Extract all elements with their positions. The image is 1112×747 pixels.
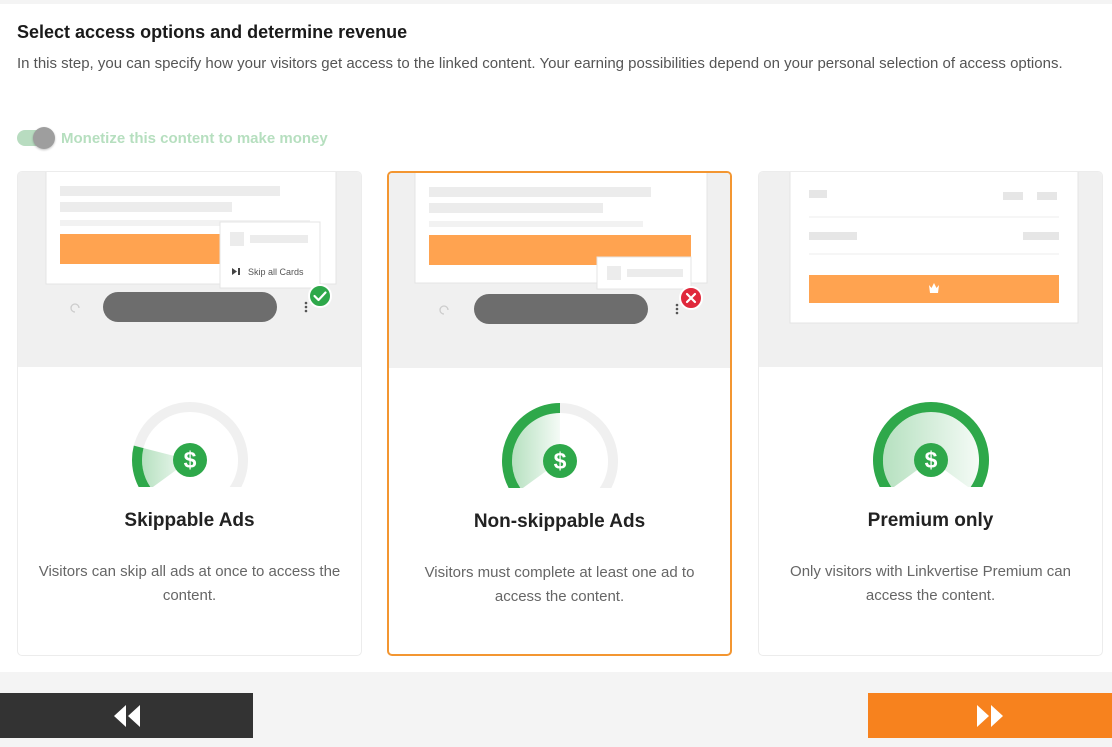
- non-skippable-ads-preview: [389, 173, 730, 368]
- option-description: Only visitors with Linkvertise Premium c…: [790, 563, 1071, 604]
- page-title: Select access options and determine reve…: [17, 22, 408, 42]
- step-description: In this step, you can specify how your v…: [17, 55, 1063, 72]
- monetize-label: Monetize this content to make money: [61, 129, 328, 147]
- option-card-premium-only[interactable]: $ Premium only Only visitors with Linkve…: [758, 171, 1103, 656]
- check-icon: [308, 284, 332, 308]
- option-title: Skippable Ads: [124, 510, 255, 531]
- skip-all-cards-label: Skip all Cards: [248, 267, 304, 277]
- refresh-icon: [439, 305, 449, 315]
- skippable-ads-preview: Skip all Cards: [18, 172, 361, 367]
- revenue-gauge-high: $: [872, 402, 989, 487]
- option-card-skippable-ads[interactable]: Skip all Cards $ Skippable Ads Visitors …: [17, 171, 362, 656]
- kebab-menu-icon: [675, 303, 679, 315]
- rewind-icon: [113, 704, 140, 727]
- option-description: Visitors can skip all ads at once to acc…: [38, 563, 341, 604]
- access-options-panel: Select access options and determine reve…: [0, 4, 1112, 672]
- premium-only-preview: [759, 172, 1102, 367]
- dollar-sign: $: [924, 447, 937, 473]
- option-title: Non-skippable Ads: [473, 511, 646, 532]
- close-icon: [679, 286, 703, 310]
- revenue-gauge-medium: $: [501, 403, 618, 488]
- switch-knob: [33, 127, 55, 149]
- monetize-toggle[interactable]: Monetize this content to make money: [17, 127, 328, 149]
- refresh-icon: [70, 303, 80, 313]
- dollar-sign: $: [553, 448, 566, 474]
- option-description: Visitors must complete at least one ad t…: [424, 564, 695, 605]
- kebab-menu-icon: [304, 301, 308, 313]
- revenue-gauge-low: $: [131, 402, 248, 487]
- next-button[interactable]: [868, 693, 1112, 738]
- fast-forward-icon: [977, 704, 1003, 727]
- dollar-sign: $: [183, 447, 196, 473]
- back-button[interactable]: [0, 693, 253, 738]
- monetize-switch[interactable]: [17, 127, 55, 149]
- option-card-non-skippable-ads[interactable]: $ Non-skippable Ads Visitors must comple…: [387, 171, 732, 656]
- option-title: Premium only: [867, 510, 994, 531]
